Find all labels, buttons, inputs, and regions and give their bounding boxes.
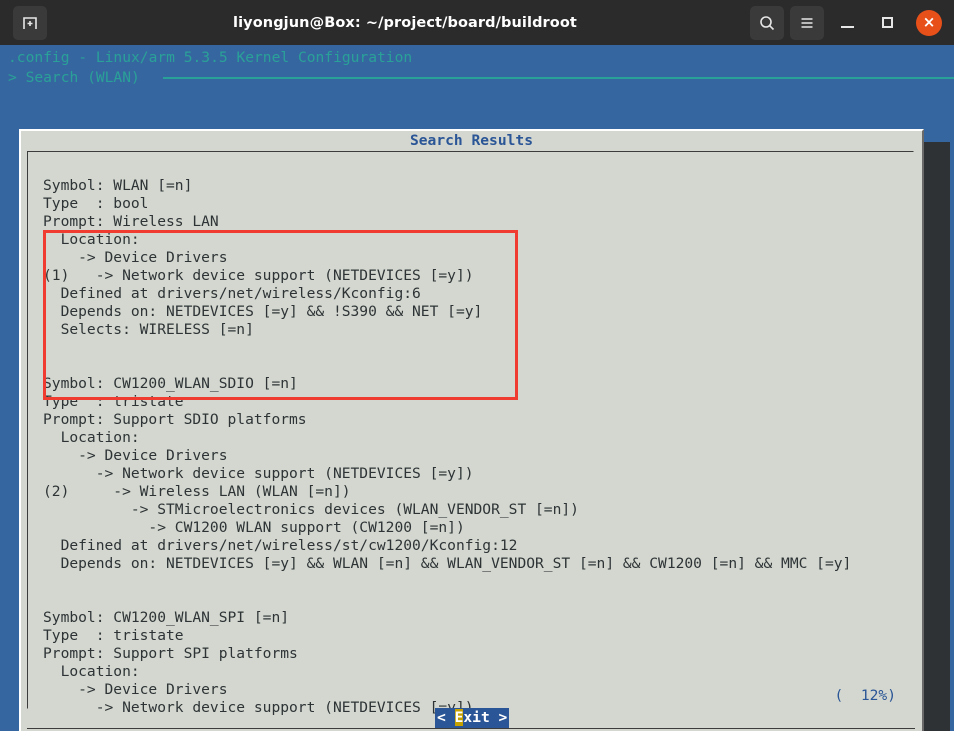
- menu-button[interactable]: [790, 5, 824, 40]
- header-divider: [163, 77, 954, 79]
- search-icon: [760, 15, 775, 30]
- window-title: liyongjun@Box: ~/project/board/buildroot: [233, 14, 577, 31]
- new-tab-icon: [23, 16, 37, 29]
- screen-root: liyongjun@Box: ~/project/board/buildroot: [0, 0, 954, 731]
- titlebar-left-group: [0, 5, 60, 40]
- terminal-area: .config - Linux/arm 5.3.5 Kernel Configu…: [0, 45, 954, 731]
- hamburger-menu-icon: [801, 17, 813, 28]
- dialog-title: Search Results: [409, 132, 533, 149]
- close-button[interactable]: ×: [916, 9, 942, 36]
- menuconfig-breadcrumb: > Search (WLAN): [8, 69, 140, 86]
- scroll-percentage: ( 12%): [834, 687, 896, 704]
- dialog-bottom-divider: [27, 728, 915, 729]
- results-textbox[interactable]: Symbol: WLAN [=n] Type : bool Prompt: Wi…: [27, 151, 914, 716]
- titlebar-right-group: ×: [750, 5, 954, 40]
- exit-button-prefix: <: [437, 709, 455, 726]
- maximize-button[interactable]: [870, 6, 904, 40]
- search-button[interactable]: [750, 5, 784, 40]
- new-tab-button[interactable]: [13, 5, 47, 40]
- window-titlebar: liyongjun@Box: ~/project/board/buildroot: [0, 0, 954, 45]
- results-text: Symbol: WLAN [=n] Type : bool Prompt: Wi…: [43, 177, 852, 716]
- maximize-icon: [881, 17, 893, 28]
- minimize-icon: [840, 26, 854, 28]
- exit-button-rest: xit >: [463, 709, 508, 726]
- exit-button[interactable]: < Exit >: [435, 708, 510, 728]
- menuconfig-header: .config - Linux/arm 5.3.5 Kernel Configu…: [8, 49, 413, 66]
- minimize-button[interactable]: [830, 6, 864, 40]
- search-results-dialog: Search Results Symbol: WLAN [=n] Type : …: [19, 129, 924, 731]
